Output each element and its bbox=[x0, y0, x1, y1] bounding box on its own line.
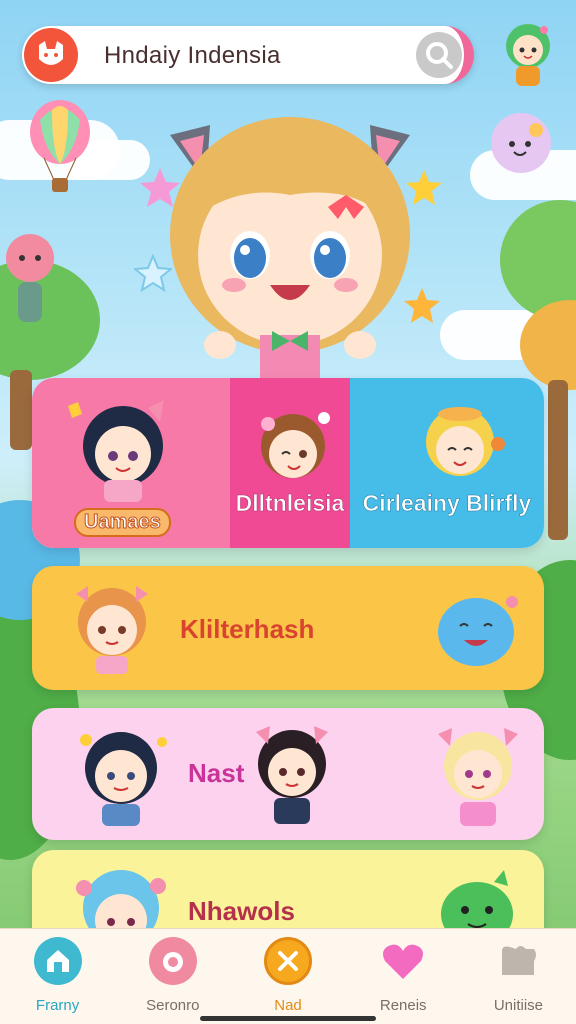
nav-label: Reneis bbox=[379, 997, 427, 1014]
category-label-c: Cirleainy Blirfly bbox=[362, 490, 532, 517]
character-avatar bbox=[261, 412, 330, 478]
row-label: Nast bbox=[188, 758, 245, 788]
balloon-icon bbox=[30, 100, 90, 192]
row-label: Klilterhash bbox=[180, 614, 315, 644]
nav-label: Frarny bbox=[35, 997, 80, 1014]
home-icon bbox=[33, 937, 82, 985]
nav-item-more[interactable]: Unitiise bbox=[461, 929, 576, 1024]
nav-label: Seronro bbox=[146, 997, 200, 1014]
heart-icon bbox=[379, 937, 427, 985]
nav-item-home[interactable]: Frarny bbox=[0, 929, 115, 1024]
critter-icon bbox=[6, 234, 54, 322]
nav-item-favorites[interactable]: Reneis bbox=[346, 929, 461, 1024]
camera-icon bbox=[148, 937, 197, 985]
character-avatar bbox=[68, 400, 164, 502]
puzzle-icon bbox=[494, 937, 542, 985]
nav-item-camera[interactable]: Seronro bbox=[115, 929, 230, 1024]
category-label-b: Dlltnleisia bbox=[235, 490, 345, 517]
close-icon bbox=[264, 937, 312, 985]
character-avatar bbox=[80, 732, 167, 826]
character-avatar bbox=[426, 407, 505, 476]
character-avatar bbox=[438, 728, 518, 826]
character-avatar bbox=[256, 726, 328, 824]
app-logo-icon[interactable] bbox=[24, 28, 78, 82]
search-input[interactable]: Hndaiy Indensia bbox=[104, 42, 281, 70]
category-b[interactable]: Dlltnleisia bbox=[230, 378, 350, 548]
profile-avatar[interactable] bbox=[498, 20, 558, 88]
nav-item-center[interactable]: Nad bbox=[230, 929, 345, 1024]
bottom-navigation: Frarny Seronro Nad Reneis Unitiise bbox=[0, 928, 576, 1024]
bubble-creature-icon bbox=[491, 113, 551, 173]
blob-creature-icon bbox=[438, 596, 518, 666]
row-label: Nhawols bbox=[188, 896, 295, 926]
category-panel: Uamaes Dlltnleisia Cirleainy Blirfly bbox=[32, 378, 544, 548]
nav-label: Unitiise bbox=[493, 997, 543, 1014]
list-item[interactable]: Nast bbox=[32, 708, 544, 840]
character-avatar bbox=[76, 586, 148, 674]
search-icon[interactable] bbox=[416, 32, 462, 78]
category-c[interactable]: Cirleainy Blirfly bbox=[350, 378, 544, 548]
search-bar-container: Hndaiy Indensia bbox=[22, 26, 474, 84]
category-games[interactable]: Uamaes bbox=[32, 378, 230, 548]
list-item[interactable]: Klilterhash bbox=[32, 566, 544, 690]
home-indicator bbox=[200, 1016, 376, 1021]
mascot-character bbox=[170, 117, 410, 385]
nav-label: Nad bbox=[274, 997, 302, 1014]
category-label-games: Uamaes bbox=[74, 508, 171, 537]
